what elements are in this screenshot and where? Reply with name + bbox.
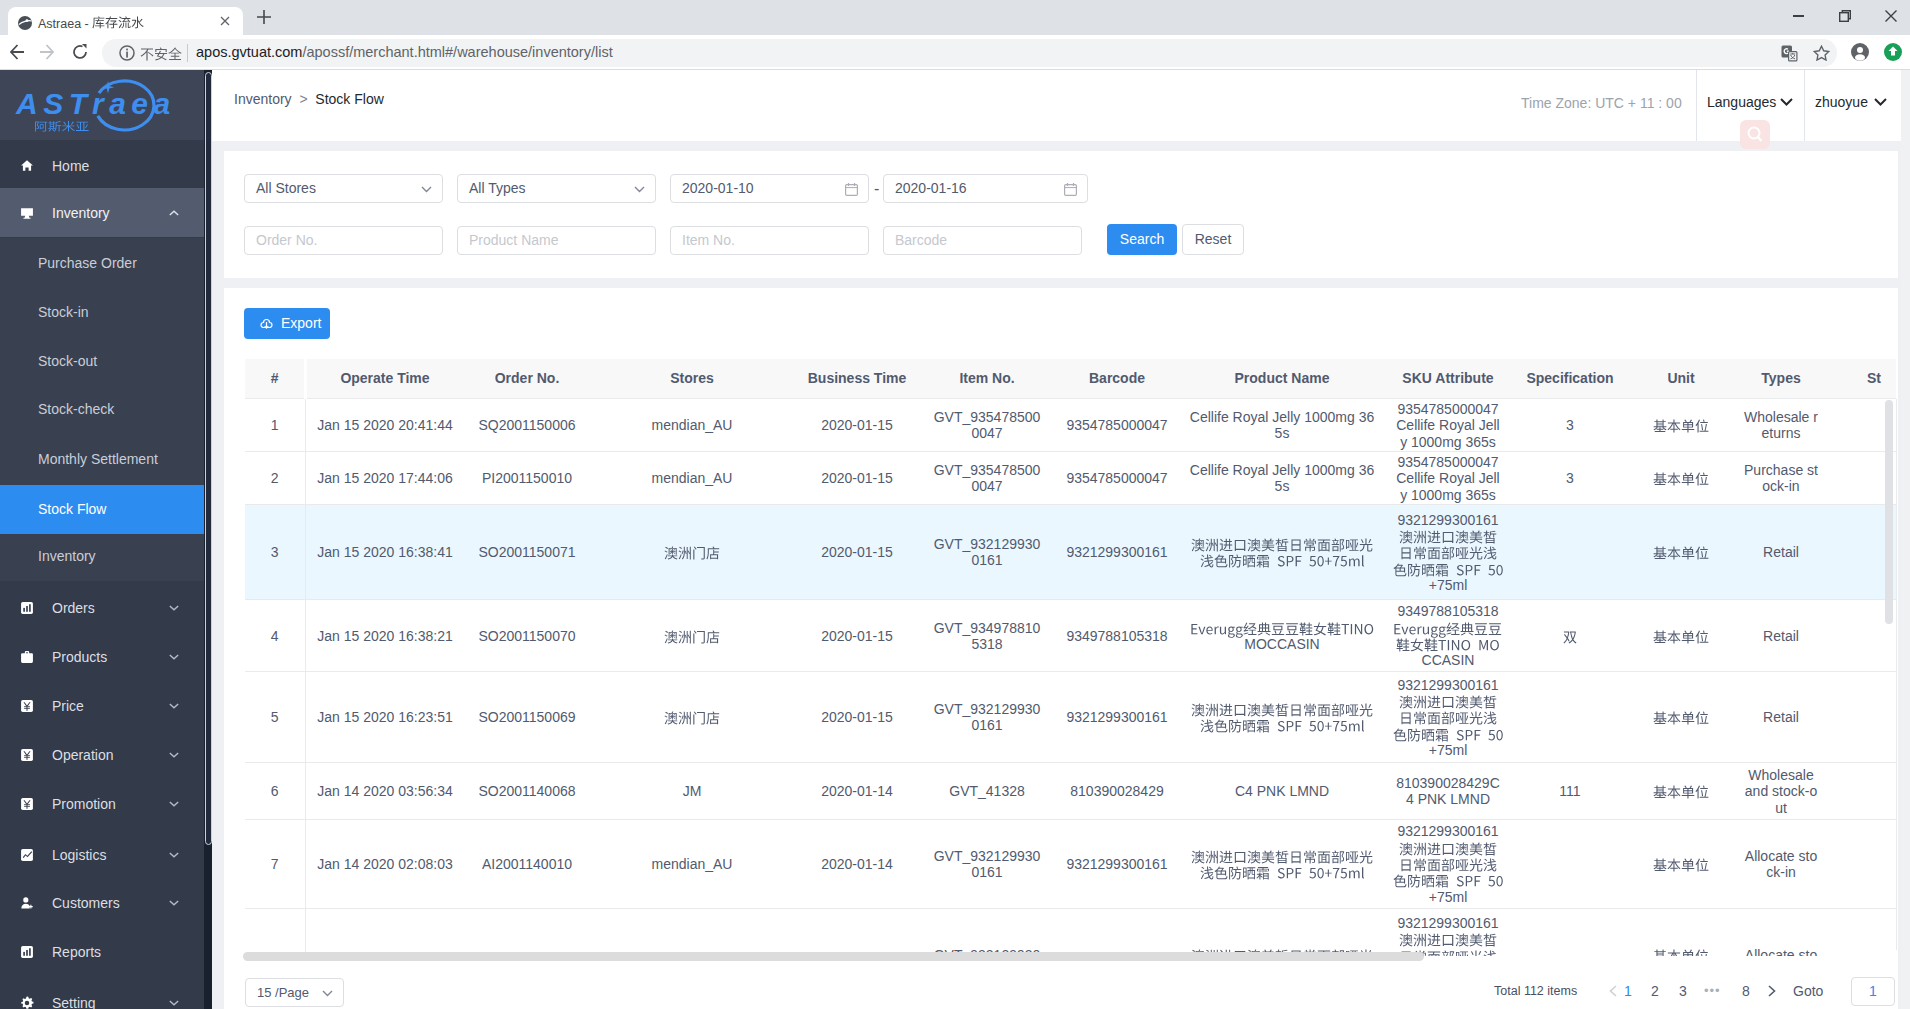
svg-text:ASTraea: ASTraea	[15, 87, 176, 120]
